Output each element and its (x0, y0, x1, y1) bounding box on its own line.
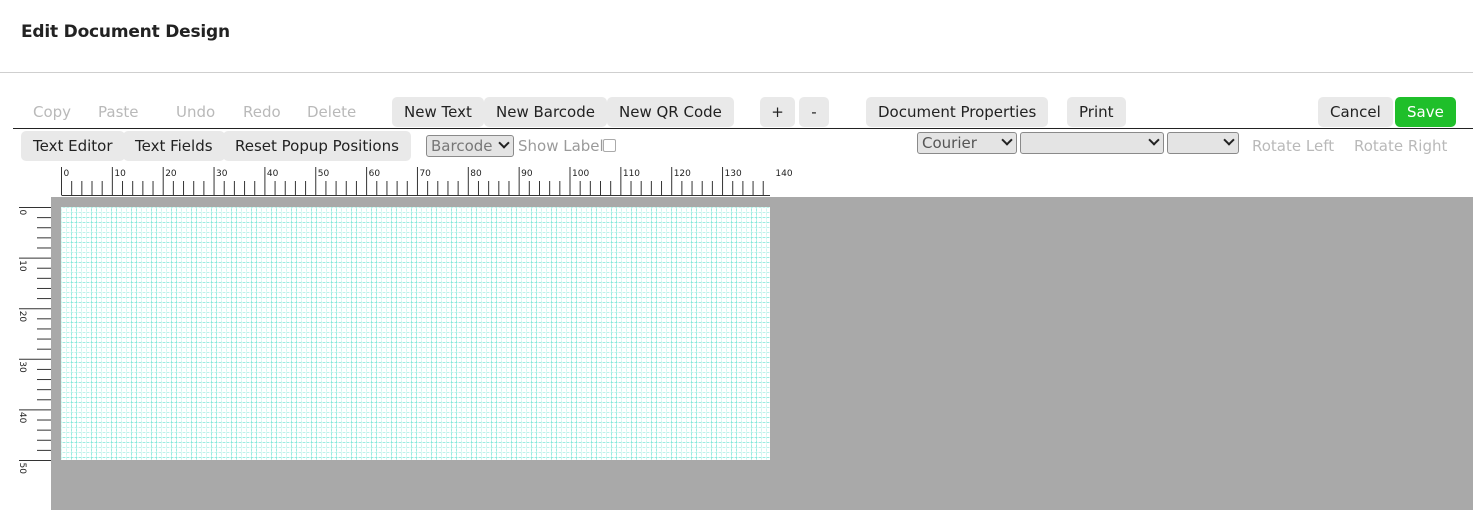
ruler-label: 0 (64, 169, 70, 179)
ruler-label: 30 (17, 361, 27, 373)
ruler-label: 140 (775, 169, 792, 179)
ruler-label: 80 (470, 169, 482, 179)
ruler-label: 50 (318, 169, 330, 179)
horizontal-ruler: 0 10 20 30 40 50 60 70 80 90 100 110 120 130 140 (61, 167, 793, 196)
ruler-label: 0 (17, 210, 27, 216)
ruler-label: 50 (17, 463, 27, 475)
ruler-label: 10 (17, 260, 27, 272)
ruler-label: 70 (419, 169, 431, 179)
ruler-label: 110 (623, 169, 640, 179)
ruler-label: 40 (17, 412, 27, 424)
ruler-label: 120 (674, 169, 691, 179)
ruler-label: 30 (216, 169, 228, 179)
vertical-ruler: 0 10 20 30 40 50 (17, 207, 51, 475)
ruler-label: 90 (521, 169, 533, 179)
ruler-label: 60 (369, 169, 381, 179)
ruler-label: 40 (267, 169, 279, 179)
rulers: 0 10 20 30 40 50 60 70 80 90 100 110 120 130 140 0 10 20… (17, 167, 793, 475)
ruler-label: 10 (114, 169, 126, 179)
ruler-label: 130 (725, 169, 742, 179)
ruler-label: 100 (572, 169, 589, 179)
ruler-label: 20 (17, 311, 27, 323)
ruler-label: 20 (165, 169, 177, 179)
